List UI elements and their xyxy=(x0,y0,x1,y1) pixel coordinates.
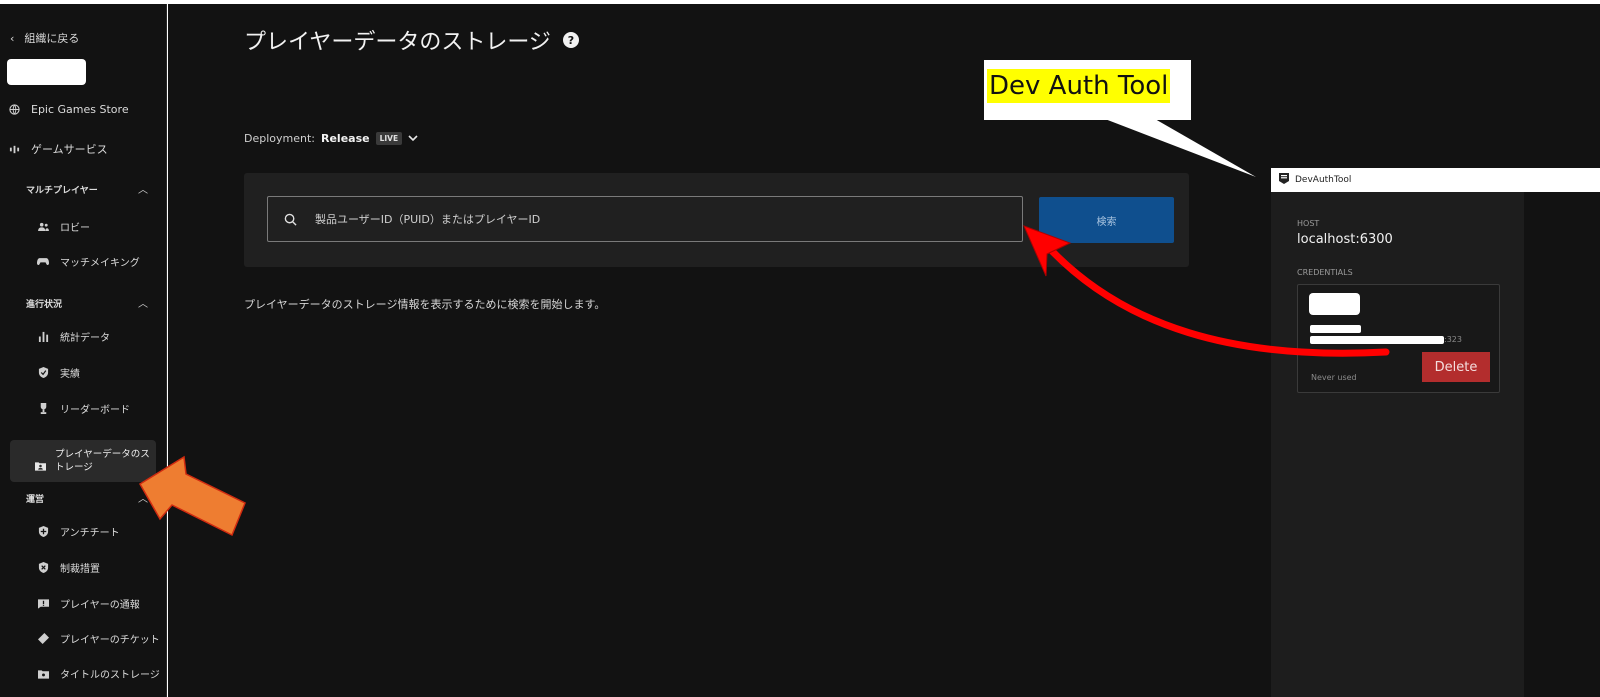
sidebar-item-epic-games-store[interactable]: Epic Games Store xyxy=(7,103,129,116)
block-icon xyxy=(36,562,50,573)
delete-credential-button[interactable]: Delete xyxy=(1422,352,1490,382)
sidebar-item-label: アンチチート xyxy=(60,528,120,539)
gamepad-icon xyxy=(36,257,50,266)
deployment-selector[interactable]: Deployment: Release LIVE xyxy=(244,132,418,145)
sidebar-item-label: 統計データ xyxy=(60,333,110,344)
search-hint-text: プレイヤーデータのストレージ情報を表示するために検索を開始します。 xyxy=(244,298,606,311)
host-label: HOST xyxy=(1297,219,1320,228)
sidebar-item-label: Epic Games Store xyxy=(31,103,129,116)
sidebar: ‹ 組織に戻る Epic Games Store ゲームサービス マルチプレイヤ… xyxy=(0,4,167,697)
section-progress[interactable]: 進行状況 xyxy=(26,297,62,310)
devauthtool-window: HOST localhost:6300 CREDENTIALS :323 Nev… xyxy=(1271,192,1524,697)
credential-name-redacted xyxy=(1309,293,1360,315)
chevron-down-icon xyxy=(408,132,418,145)
section-operations[interactable]: 運営 xyxy=(26,492,44,505)
sidebar-item-anticheat[interactable]: アンチチート xyxy=(36,524,120,539)
window-title: DevAuthTool xyxy=(1295,175,1352,185)
deployment-value: Release xyxy=(321,132,370,145)
search-field[interactable] xyxy=(267,196,1023,242)
app-logo-icon xyxy=(1279,173,1289,187)
back-label: 組織に戻る xyxy=(24,32,80,45)
credential-card[interactable]: :323 Never used Delete xyxy=(1297,284,1500,393)
sidebar-item-title-storage[interactable]: タイトルのストレージ xyxy=(36,666,160,681)
sidebar-item-sanctions[interactable]: 制裁措置 xyxy=(36,560,100,575)
section-multiplayer[interactable]: マルチプレイヤー xyxy=(26,183,98,196)
organization-name-redacted[interactable] xyxy=(7,59,86,85)
sidebar-item-lobby[interactable]: ロビー xyxy=(36,219,90,234)
sidebar-item-game-services[interactable]: ゲームサービス xyxy=(7,141,108,157)
search-icon xyxy=(284,213,297,226)
deployment-label: Deployment: xyxy=(244,132,315,145)
folder-user-icon xyxy=(35,456,46,475)
trophy-icon xyxy=(36,403,50,414)
storage-icon xyxy=(36,669,50,679)
sidebar-item-player-reports[interactable]: プレイヤーの通報 xyxy=(36,596,140,611)
sidebar-item-label: 実績 xyxy=(60,369,80,380)
devauthtool-titlebar[interactable]: DevAuthTool xyxy=(1271,168,1600,192)
sidebar-item-label: ゲームサービス xyxy=(31,143,108,156)
globe-icon xyxy=(7,104,21,115)
sidebar-item-matchmaking[interactable]: マッチメイキング xyxy=(36,254,140,269)
sidebar-item-label: プレイヤーの通報 xyxy=(60,600,140,611)
credential-port: :323 xyxy=(1444,335,1462,344)
dev-auth-tool-callout: Dev Auth Tool xyxy=(984,60,1191,120)
shield-plus-icon xyxy=(36,526,50,537)
game-services-icon xyxy=(7,144,21,155)
sidebar-item-label: リーダーボード xyxy=(60,405,130,416)
callout-text: Dev Auth Tool xyxy=(987,69,1171,103)
credential-host-redacted xyxy=(1310,336,1444,344)
sidebar-item-player-tickets[interactable]: プレイヤーのチケット xyxy=(36,631,160,646)
sidebar-item-stats[interactable]: 統計データ xyxy=(36,329,110,344)
help-icon[interactable]: ? xyxy=(562,32,579,48)
page-title-text: プレイヤーデータのストレージ xyxy=(244,30,551,55)
report-icon xyxy=(36,598,50,609)
host-value: localhost:6300 xyxy=(1297,232,1393,247)
sidebar-item-achievements[interactable]: 実績 xyxy=(36,365,80,380)
ticket-icon xyxy=(36,633,50,644)
back-to-organization-link[interactable]: ‹ 組織に戻る xyxy=(10,30,79,46)
credential-last-used: Never used xyxy=(1311,373,1357,382)
page-title: プレイヤーデータのストレージ ? xyxy=(244,24,579,56)
shield-check-icon xyxy=(36,367,50,378)
sidebar-item-label: 制裁措置 xyxy=(60,564,100,575)
chevron-up-icon[interactable]: ︿ xyxy=(138,181,148,196)
sidebar-item-label: プレイヤーデータのストレージ xyxy=(55,449,150,473)
live-badge: LIVE xyxy=(375,132,403,145)
sidebar-item-label: タイトルのストレージ xyxy=(60,670,160,681)
sidebar-item-label: ロビー xyxy=(60,223,90,234)
credential-detail-redacted xyxy=(1310,325,1361,333)
sidebar-item-leaderboards[interactable]: リーダーボード xyxy=(36,401,130,416)
chevron-up-icon[interactable]: ︿ xyxy=(138,490,148,505)
credentials-label: CREDENTIALS xyxy=(1297,268,1353,277)
search-button[interactable]: 検索 xyxy=(1039,197,1174,243)
sidebar-item-label: マッチメイキング xyxy=(60,258,140,269)
chevron-left-icon: ‹ xyxy=(10,31,15,45)
search-panel: 検索 xyxy=(244,173,1189,267)
chevron-up-icon[interactable]: ︿ xyxy=(138,295,148,310)
bar-chart-icon xyxy=(36,331,50,342)
people-icon xyxy=(36,222,50,231)
search-input[interactable] xyxy=(315,212,965,226)
sidebar-item-label: プレイヤーのチケット xyxy=(60,635,160,646)
